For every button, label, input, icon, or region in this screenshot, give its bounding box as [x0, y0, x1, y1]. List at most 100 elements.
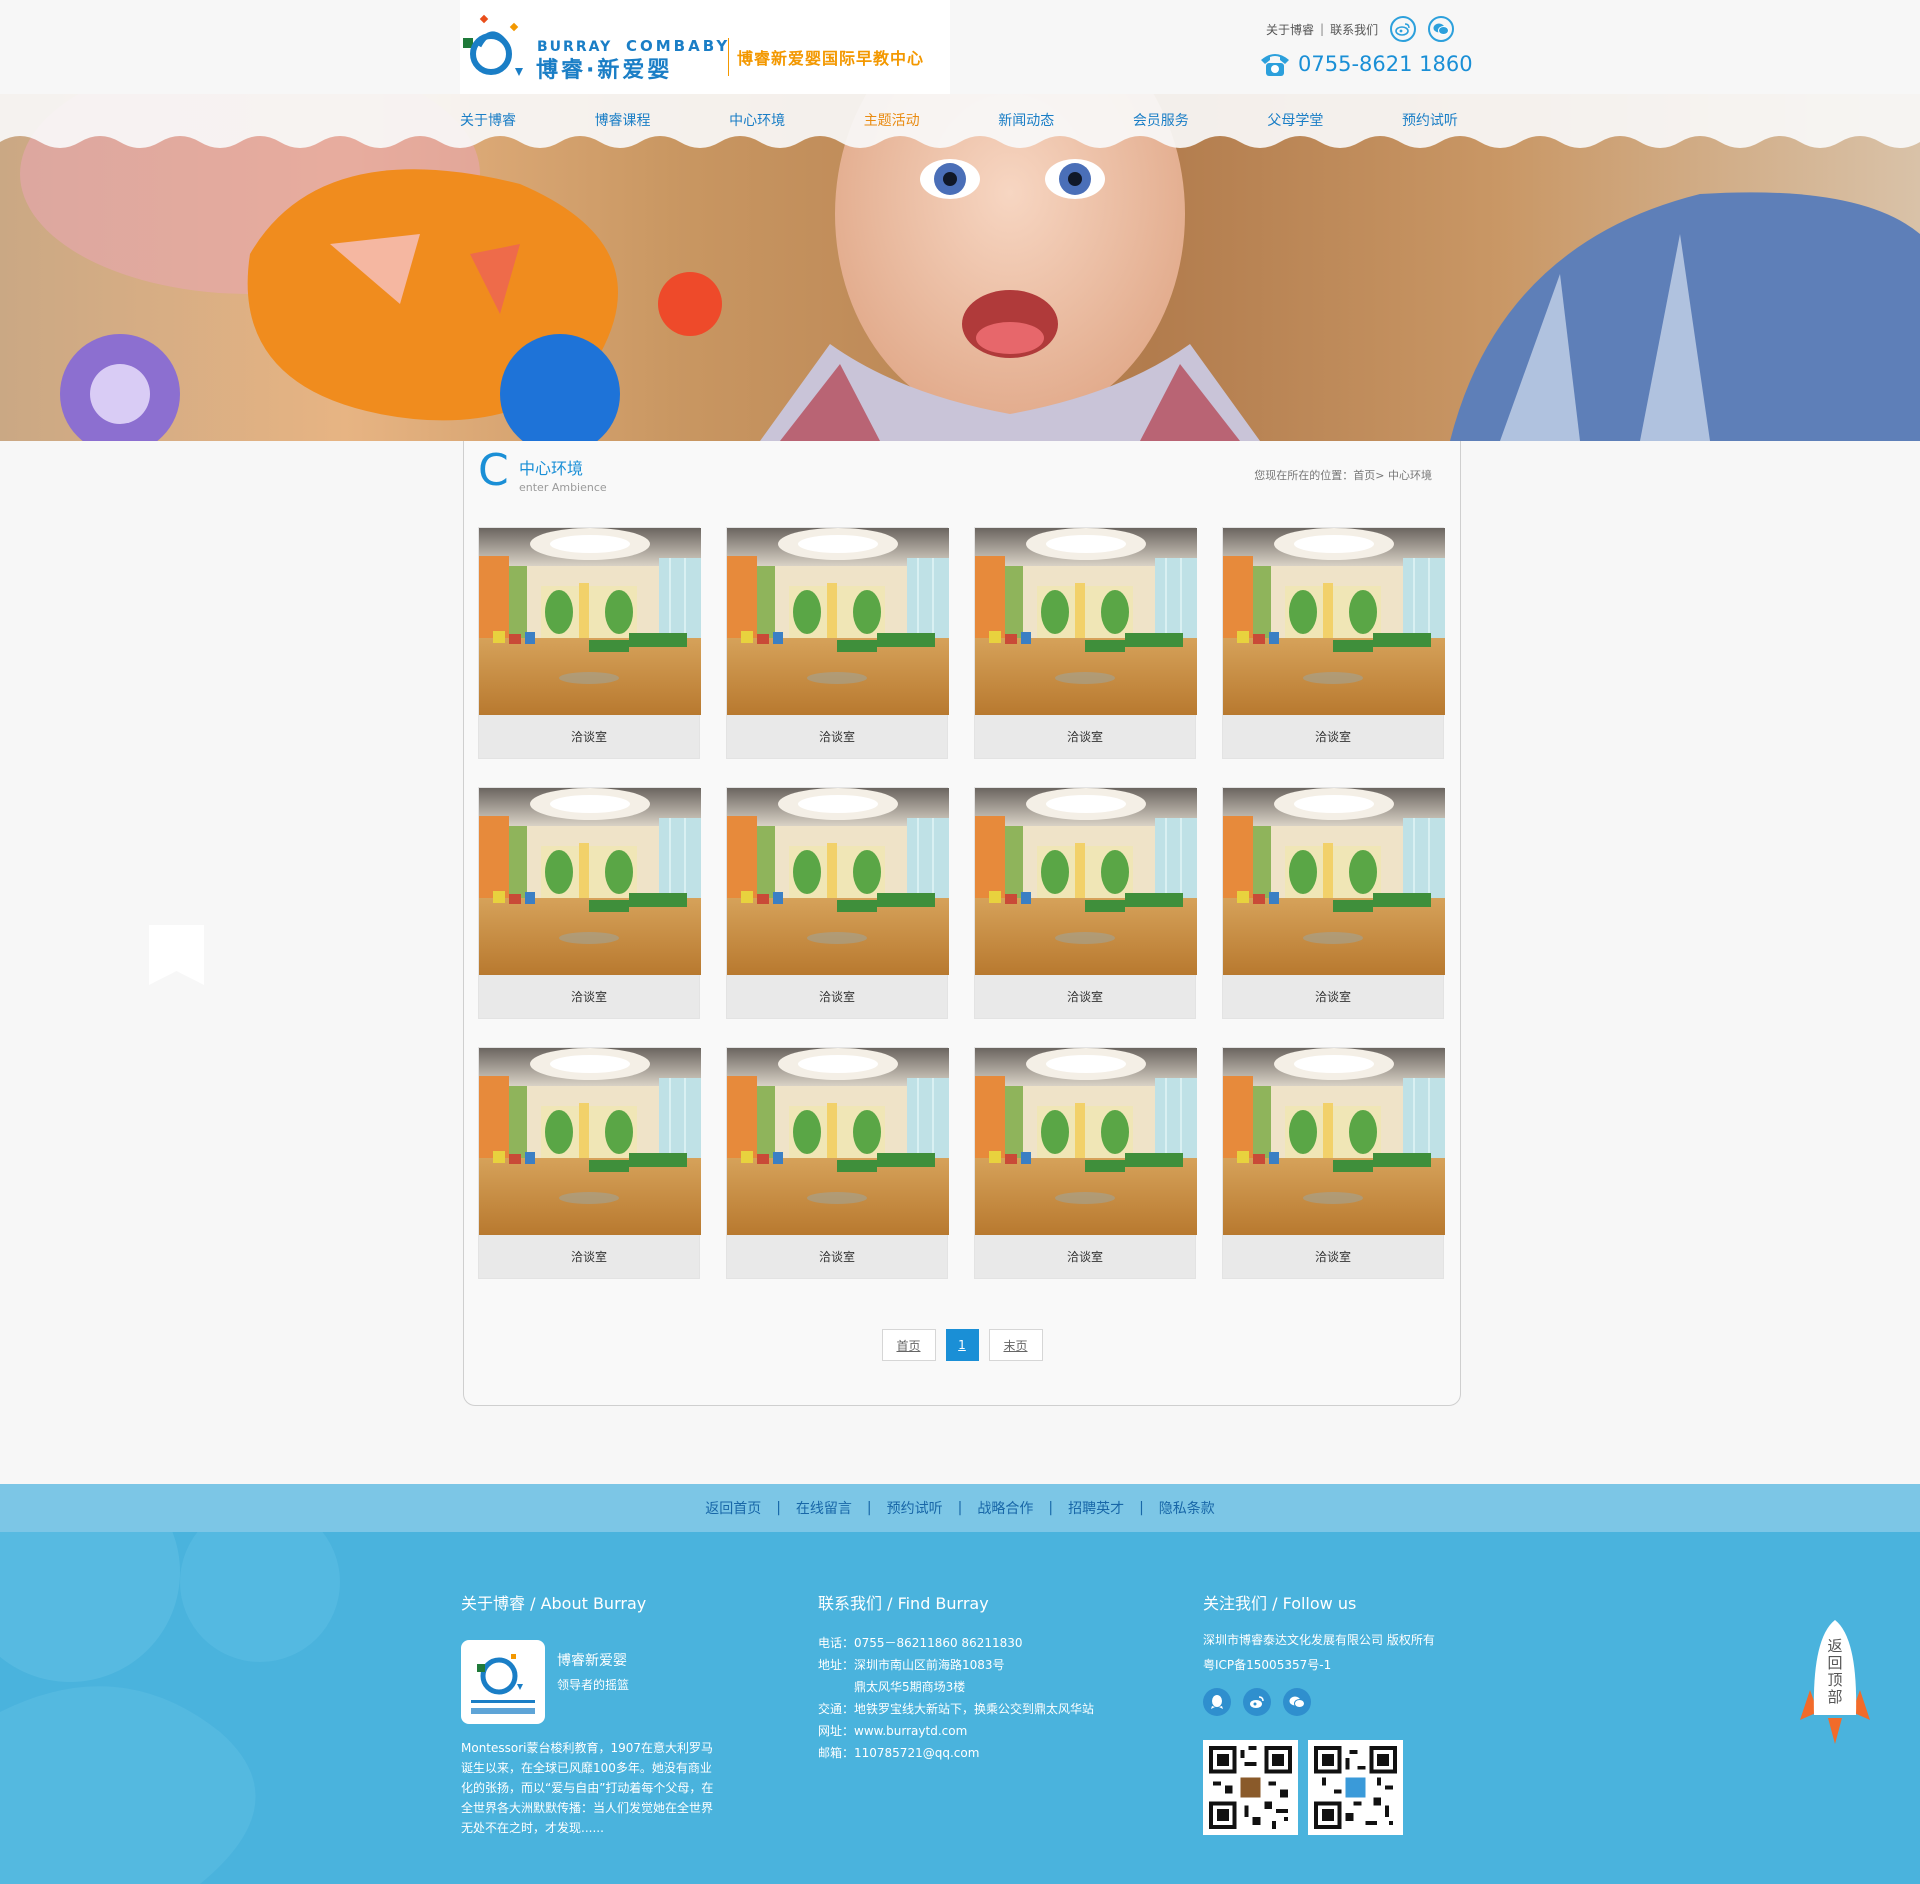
gallery-item[interactable]: 洽谈室	[1222, 1047, 1444, 1279]
gallery-item-label[interactable]: 洽谈室	[479, 1235, 699, 1280]
weibo-icon[interactable]	[1390, 16, 1417, 42]
gallery-item[interactable]: 洽谈室	[726, 1047, 948, 1279]
page-current-button[interactable]: 1	[945, 1329, 979, 1361]
gallery-item[interactable]: 洽谈室	[1222, 787, 1444, 1019]
footer-link-separator: |	[957, 1500, 963, 1516]
nav-activities[interactable]: 主题活动	[864, 110, 920, 130]
back-to-top-label: 顶	[1827, 1671, 1843, 1689]
gallery-item-label[interactable]: 洽谈室	[727, 975, 947, 1020]
footer-logo-icon	[471, 1654, 535, 1714]
footer-phone: 电话：0755－86211860 86211830	[818, 1636, 1023, 1650]
gallery-photo[interactable]	[1223, 788, 1445, 975]
page-subtitle: enter Ambience	[519, 481, 607, 494]
gallery-photo[interactable]	[1223, 528, 1445, 715]
footer-logo[interactable]	[461, 1640, 545, 1724]
footer-link-separator: |	[1139, 1500, 1144, 1516]
gallery-item[interactable]: 洽谈室	[478, 1047, 700, 1279]
gallery-item-label[interactable]: 洽谈室	[727, 715, 947, 760]
nav-parent-school[interactable]: 父母学堂	[1267, 110, 1323, 130]
gallery-photo[interactable]	[479, 1048, 701, 1235]
weibo-icon[interactable]	[1243, 1688, 1271, 1716]
nav-news[interactable]: 新闻动态	[998, 110, 1054, 130]
gallery-item[interactable]: 洽谈室	[1222, 527, 1444, 759]
gallery-item-label[interactable]: 洽谈室	[975, 975, 1195, 1020]
gallery-item[interactable]: 洽谈室	[726, 787, 948, 1019]
gallery-photo[interactable]	[975, 1048, 1197, 1235]
qr-code-icon	[1209, 1746, 1292, 1829]
gallery-photo[interactable]	[727, 788, 949, 975]
gallery-item-label[interactable]: 洽谈室	[1223, 1235, 1443, 1280]
nav-environment[interactable]: 中心环境	[729, 110, 785, 130]
bookmark-icon[interactable]	[149, 925, 204, 985]
logo-divider	[728, 38, 729, 76]
gallery-item[interactable]: 洽谈室	[478, 787, 700, 1019]
footer-link-home[interactable]: 返回首页	[705, 1498, 761, 1518]
gallery-photo[interactable]	[727, 528, 949, 715]
section-title-initial: C	[478, 445, 509, 496]
back-to-top-label: 回	[1827, 1654, 1843, 1672]
footer-follow-heading: 关注我们 / Follow us	[1203, 1594, 1357, 1613]
footer-traffic: 交通：地铁罗宝线大新站下，换乘公交到鼎太风华站	[818, 1702, 1095, 1716]
footer-link-separator: |	[776, 1500, 781, 1516]
gallery-item[interactable]: 洽谈室	[478, 527, 700, 759]
phone-block: 0755-8621 1860	[1258, 50, 1473, 78]
logo-slogan: 博睿新爱婴国际早教中心	[737, 49, 925, 68]
footer-description: Montessori蒙台梭利教育，1907在意大利罗马诞生以来，在全球已风靡10…	[461, 1741, 714, 1835]
gallery-item[interactable]: 洽谈室	[974, 1047, 1196, 1279]
page-title: 中心环境	[519, 459, 584, 478]
top-link-contact[interactable]: 联系我们	[1330, 21, 1378, 38]
footer-link-careers[interactable]: 招聘英才	[1068, 1498, 1124, 1518]
main-content: C 中心环境 enter Ambience 您现在所在的位置：首页> 中心环境 …	[463, 441, 1461, 1406]
gallery-item-label[interactable]: 洽谈室	[479, 715, 699, 760]
site-footer: 关于博睿 / About Burray 博睿新爱婴 领导者的摇篮 Montess…	[0, 1532, 1920, 1884]
gallery-item[interactable]: 洽谈室	[974, 787, 1196, 1019]
footer-follow: 关注我们 / Follow us 深圳市博睿泰达文化发展有限公司 版权所有 粤I…	[1203, 1590, 1463, 1835]
top-link-separator: |	[1320, 22, 1325, 36]
gallery-item[interactable]: 洽谈室	[974, 527, 1196, 759]
nav-book-trial[interactable]: 预约试听	[1402, 110, 1458, 130]
footer-website[interactable]: 网址：www.burraytd.com	[818, 1720, 1094, 1742]
footer-contact-heading: 联系我们 / Find Burray	[818, 1594, 989, 1613]
page-first-button[interactable]: 首页	[881, 1329, 936, 1361]
gallery-item-label[interactable]: 洽谈室	[975, 1235, 1195, 1280]
footer-address: 地址：深圳市南山区前海路1083号	[818, 1658, 1005, 1672]
footer-contact: 联系我们 / Find Burray 电话：0755－86211860 8621…	[818, 1590, 1138, 1760]
footer-social-icons	[1203, 1688, 1311, 1716]
gallery-item-label[interactable]: 洽谈室	[1223, 975, 1443, 1020]
gallery-photo[interactable]	[975, 528, 1197, 715]
qq-icon[interactable]	[1203, 1688, 1231, 1716]
gallery-photo[interactable]	[1223, 1048, 1445, 1235]
nav-about[interactable]: 关于博睿	[460, 110, 516, 130]
pagination: 首页 1 末页	[464, 1329, 1460, 1361]
footer-link-message[interactable]: 在线留言	[796, 1498, 852, 1518]
gallery-item-label[interactable]: 洽谈室	[727, 1235, 947, 1280]
gallery-item-label[interactable]: 洽谈室	[1223, 715, 1443, 760]
footer-link-separator: |	[1048, 1500, 1054, 1516]
gallery-photo[interactable]	[479, 528, 701, 715]
top-link-about[interactable]: 关于博睿	[1266, 21, 1314, 38]
gallery-grid: 洽谈室 洽谈室 洽谈室 洽谈室 洽谈室 洽谈室 洽谈室 洽谈室 洽谈室 洽谈室 …	[478, 527, 1444, 1279]
footer-link-trial[interactable]: 预约试听	[887, 1498, 943, 1518]
footer-email[interactable]: 邮箱：110785721@qq.com	[818, 1742, 1094, 1764]
gallery-item-label[interactable]: 洽谈室	[975, 715, 1195, 760]
footer-tagline: 领导者的摇篮	[557, 1678, 630, 1692]
qr-code-icon	[1314, 1746, 1397, 1829]
footer-link-partnership[interactable]: 战略合作	[977, 1498, 1033, 1518]
gallery-photo[interactable]	[975, 788, 1197, 975]
back-to-top-button[interactable]: 返 回 顶 部	[1800, 1620, 1870, 1750]
qr-code-weibo	[1308, 1740, 1403, 1835]
gallery-item[interactable]: 洽谈室	[726, 527, 948, 759]
footer-icp: 粤ICP备15005357号-1	[1203, 1658, 1332, 1672]
wechat-icon[interactable]	[1283, 1688, 1311, 1716]
footer-about: 关于博睿 / About Burray 博睿新爱婴 领导者的摇篮 Montess…	[461, 1590, 721, 1835]
nav-courses[interactable]: 博睿课程	[595, 110, 651, 130]
footer-copyright: 深圳市博睿泰达文化发展有限公司 版权所有 粤ICP备15005357号-1	[1203, 1628, 1435, 1678]
gallery-photo[interactable]	[727, 1048, 949, 1235]
page-last-button[interactable]: 末页	[988, 1329, 1043, 1361]
nav-member-services[interactable]: 会员服务	[1133, 110, 1189, 130]
footer-link-privacy[interactable]: 隐私条款	[1159, 1498, 1215, 1518]
logo-text-cn: 博睿·新爱婴	[536, 58, 673, 83]
gallery-item-label[interactable]: 洽谈室	[479, 975, 699, 1020]
gallery-photo[interactable]	[479, 788, 701, 975]
wechat-icon[interactable]	[1428, 16, 1455, 42]
